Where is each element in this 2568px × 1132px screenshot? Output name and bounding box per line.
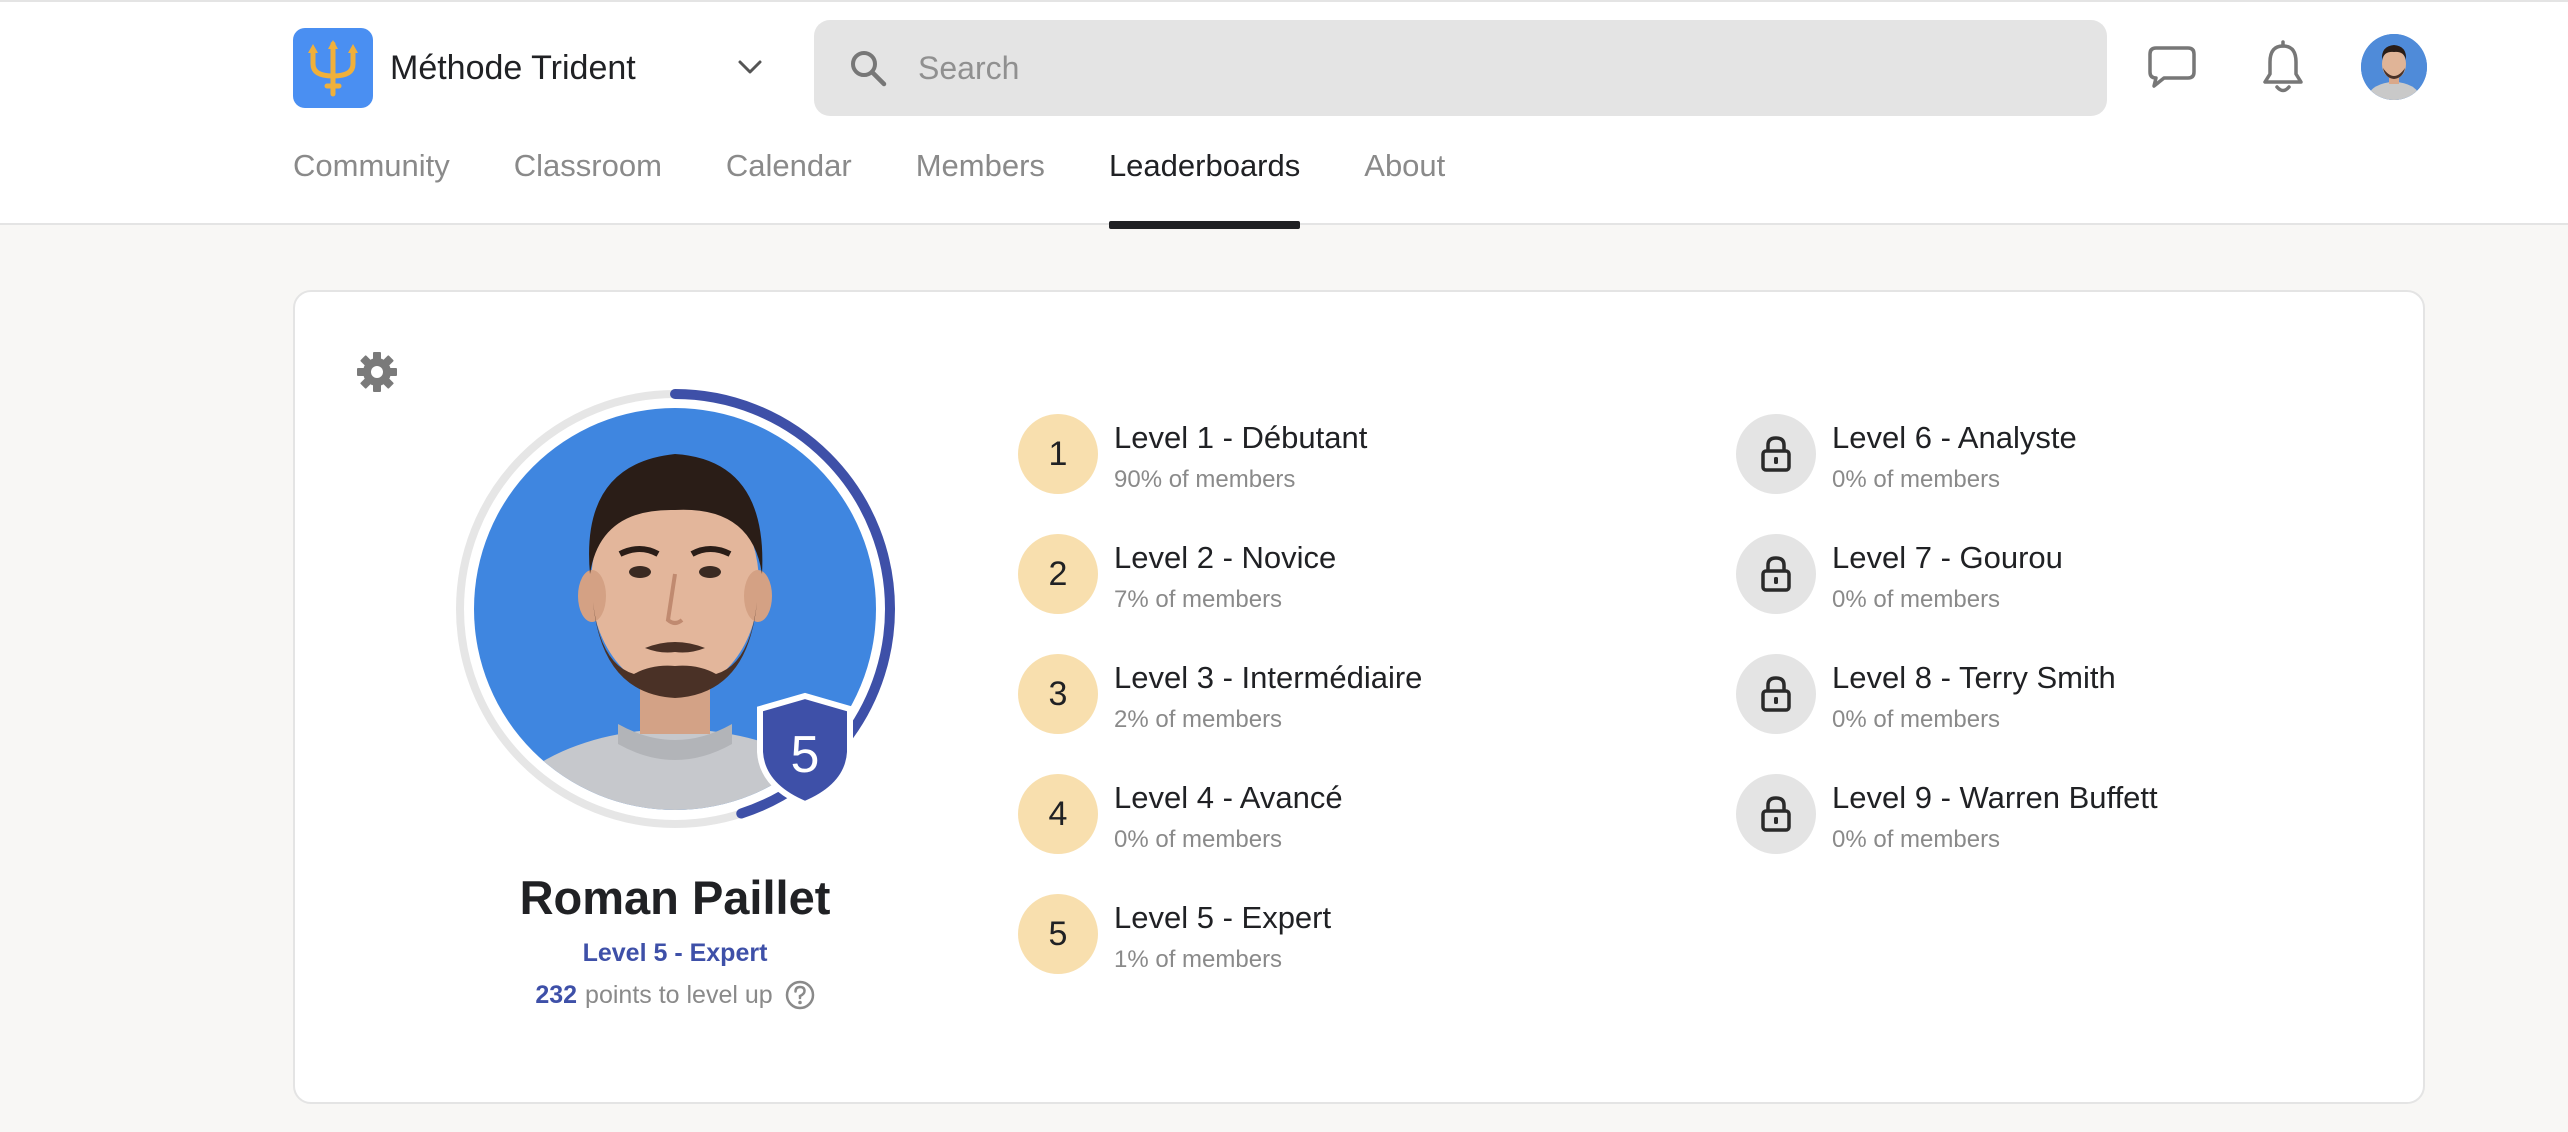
level-badge: 3 — [1018, 654, 1098, 734]
community-name: Méthode Trident — [390, 48, 636, 87]
level-title: Level 6 - Analyste — [1832, 420, 2077, 455]
level-item: 1 Level 1 - Débutant 90% of members — [1018, 414, 1367, 494]
level-title: Level 1 - Débutant — [1114, 420, 1368, 455]
tab-members[interactable]: Members — [916, 148, 1045, 227]
level-item: 4 Level 4 - Avancé 0% of members — [1018, 774, 1343, 854]
level-badge: 5 — [1018, 894, 1098, 974]
level-item: 2 Level 2 - Novice 7% of members — [1018, 534, 1336, 614]
points-suffix: points to level up — [585, 980, 773, 1009]
level-badge: 2 — [1018, 534, 1098, 614]
shield-level-number: 5 — [791, 726, 820, 784]
level-title: Level 8 - Terry Smith — [1832, 660, 2116, 695]
search-bar[interactable] — [814, 20, 2107, 116]
level-item-locked: Level 6 - Analyste 0% of members — [1736, 414, 2077, 494]
level-title: Level 7 - Gourou — [1832, 540, 2063, 575]
level-members: 0% of members — [1832, 466, 2001, 493]
search-input[interactable] — [918, 49, 2018, 87]
question-icon[interactable] — [785, 980, 815, 1010]
profile-name: Roman Paillet — [519, 871, 831, 924]
level-item: 3 Level 3 - Intermédiaire 2% of members — [1018, 654, 1422, 734]
level-title: Level 9 - Warren Buffett — [1832, 780, 2158, 815]
level-members: 2% of members — [1114, 706, 1283, 733]
level-title: Level 4 - Avancé — [1114, 780, 1343, 815]
nav-tabs: Community Classroom Calendar Members Lea… — [293, 148, 1509, 229]
tab-about[interactable]: About — [1364, 148, 1445, 227]
level-title: Level 3 - Intermédiaire — [1114, 660, 1423, 695]
level-members: 0% of members — [1832, 826, 2001, 853]
tab-calendar[interactable]: Calendar — [726, 148, 852, 227]
gear-icon[interactable] — [355, 350, 399, 394]
level-badge: 4 — [1018, 774, 1098, 854]
level-members: 1% of members — [1114, 946, 1283, 973]
tab-community[interactable]: Community — [293, 148, 450, 227]
level-members: 7% of members — [1114, 586, 1283, 613]
lock-icon — [1736, 774, 1816, 854]
chat-icon[interactable] — [2146, 44, 2198, 95]
user-avatar[interactable] — [2361, 34, 2427, 100]
level-members: 0% of members — [1832, 586, 2001, 613]
lock-icon — [1736, 414, 1816, 494]
top-header: Méthode Trident Communi — [0, 0, 2568, 229]
level-badge: 1 — [1018, 414, 1098, 494]
lock-icon — [1736, 534, 1816, 614]
level-members: 90% of members — [1114, 466, 1296, 493]
level-members: 0% of members — [1832, 706, 2001, 733]
level-item: 5 Level 5 - Expert 1% of members — [1018, 894, 1331, 974]
level-item-locked: Level 7 - Gourou 0% of members — [1736, 534, 2063, 614]
points-value: 232 — [535, 980, 578, 1009]
levels-card: 5 Roman Paillet Level 5 - Expert 232 poi… — [293, 290, 2425, 1104]
bell-icon[interactable] — [2262, 40, 2304, 101]
tab-leaderboards[interactable]: Leaderboards — [1108, 148, 1301, 229]
profile-avatar-progress: 5 — [450, 384, 900, 834]
points-to-level-up: 232 points to level up — [375, 980, 975, 1010]
level-title: Level 5 - Expert — [1114, 900, 1332, 935]
level-members: 0% of members — [1114, 826, 1283, 853]
trident-icon — [293, 28, 373, 108]
tab-classroom[interactable]: Classroom — [514, 148, 662, 227]
level-shield-badge: 5 — [757, 692, 853, 808]
chevron-down-icon[interactable] — [730, 52, 770, 84]
level-title: Level 2 - Novice — [1114, 540, 1337, 575]
profile-level-label: Level 5 - Expert — [582, 939, 768, 967]
level-item-locked: Level 8 - Terry Smith 0% of members — [1736, 654, 2116, 734]
search-icon — [851, 51, 887, 87]
community-brand[interactable]: Méthode Trident — [293, 28, 636, 108]
lock-icon — [1736, 654, 1816, 734]
level-item-locked: Level 9 - Warren Buffett 0% of members — [1736, 774, 2158, 854]
